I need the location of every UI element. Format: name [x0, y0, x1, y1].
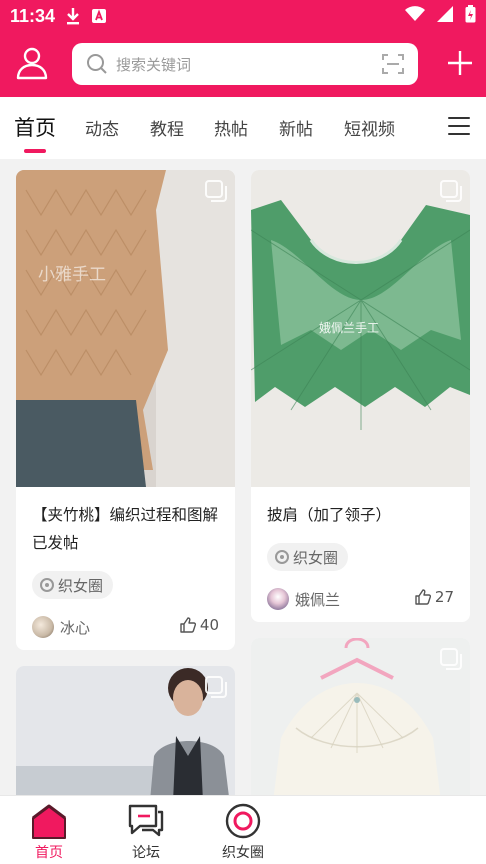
search-placeholder: 搜索关键词	[116, 55, 192, 74]
image-watermark: 娥佩兰手工	[319, 321, 379, 335]
multi-image-icon	[440, 648, 462, 670]
forum-icon	[126, 802, 166, 840]
profile-button[interactable]	[14, 45, 50, 81]
circle-tag-icon	[40, 578, 54, 592]
post-title: 披肩（加了领子）	[267, 506, 392, 524]
nav-forum[interactable]: 论坛	[111, 802, 181, 862]
search-icon	[87, 54, 107, 74]
post-tag-label: 织女圈	[58, 576, 104, 595]
post-image: 娥佩兰手工	[251, 170, 470, 487]
download-icon	[65, 7, 81, 25]
post-title: 【夹竹桃】编织过程和图解已发帖	[32, 506, 219, 552]
post-author[interactable]: 娥佩兰	[267, 588, 340, 610]
scan-icon[interactable]	[382, 53, 404, 75]
like-count[interactable]: 40	[180, 616, 219, 634]
author-avatar	[267, 588, 289, 610]
tab-new[interactable]: 新帖	[279, 115, 313, 140]
nav-circle[interactable]: 织女圈	[208, 802, 278, 862]
circle-tag-icon	[275, 550, 289, 564]
bottom-nav: 首页 论坛 织女圈	[0, 795, 486, 864]
battery-icon	[465, 4, 476, 28]
active-tab-indicator	[24, 149, 46, 153]
multi-image-icon	[205, 676, 227, 698]
post-image	[251, 638, 470, 795]
post-author[interactable]: 冰心	[32, 616, 90, 638]
status-bar: 11:34	[0, 0, 486, 32]
post-tag-label: 织女圈	[293, 548, 339, 567]
post-tag[interactable]: 织女圈	[267, 543, 349, 571]
search-bar[interactable]: 搜索关键词	[72, 43, 418, 85]
thumbs-up-icon	[180, 617, 196, 633]
like-count[interactable]: 27	[415, 588, 454, 606]
wifi-icon	[405, 5, 425, 27]
circle-icon	[223, 802, 263, 840]
nav-forum-label: 论坛	[132, 845, 160, 861]
image-watermark: 小雅手工	[38, 265, 106, 285]
tab-tutorials[interactable]: 教程	[150, 115, 184, 140]
category-tabs: 首页 动态 教程 热帖 新帖 短视频	[0, 97, 486, 159]
author-avatar	[32, 616, 54, 638]
status-time: 11:34	[10, 5, 56, 26]
top-bar: 11:34 搜索关键词	[0, 0, 486, 97]
home-icon	[29, 802, 69, 840]
user-icon	[16, 47, 48, 80]
header: 搜索关键词	[0, 43, 486, 85]
like-count-value: 40	[199, 616, 219, 634]
nav-circle-label: 织女圈	[222, 845, 264, 861]
like-count-value: 27	[434, 588, 454, 606]
tab-short-video[interactable]: 短视频	[344, 115, 395, 140]
multi-image-icon	[440, 180, 462, 202]
nav-home-label: 首页	[35, 845, 63, 861]
post-image: 小雅手工	[16, 170, 235, 487]
post-card[interactable]	[251, 638, 470, 795]
nav-home[interactable]: 首页	[14, 802, 84, 862]
post-card[interactable]: 娥佩兰手工 披肩（加了领子） 织女圈 娥佩兰 27	[251, 170, 470, 622]
author-name: 冰心	[60, 618, 91, 637]
post-card[interactable]: 小雅手工 【夹竹桃】编织过程和图解已发帖 织女圈 冰心 40	[16, 170, 235, 650]
tab-home[interactable]: 首页	[14, 112, 56, 142]
plus-icon	[448, 51, 472, 75]
post-tag[interactable]: 织女圈	[32, 571, 114, 599]
thumbs-up-icon	[415, 589, 431, 605]
tab-feed[interactable]: 动态	[85, 115, 119, 140]
add-post-button[interactable]	[444, 47, 476, 79]
post-image	[16, 666, 235, 795]
post-card[interactable]	[16, 666, 235, 795]
multi-image-icon	[205, 180, 227, 202]
post-feed[interactable]: 小雅手工 【夹竹桃】编织过程和图解已发帖 织女圈 冰心 40 娥佩兰手工 披肩（…	[0, 159, 486, 795]
app-notification-icon	[91, 8, 107, 24]
author-name: 娥佩兰	[295, 590, 341, 609]
signal-icon	[437, 5, 453, 27]
menu-button[interactable]	[448, 117, 470, 135]
tab-hot[interactable]: 热帖	[214, 115, 248, 140]
